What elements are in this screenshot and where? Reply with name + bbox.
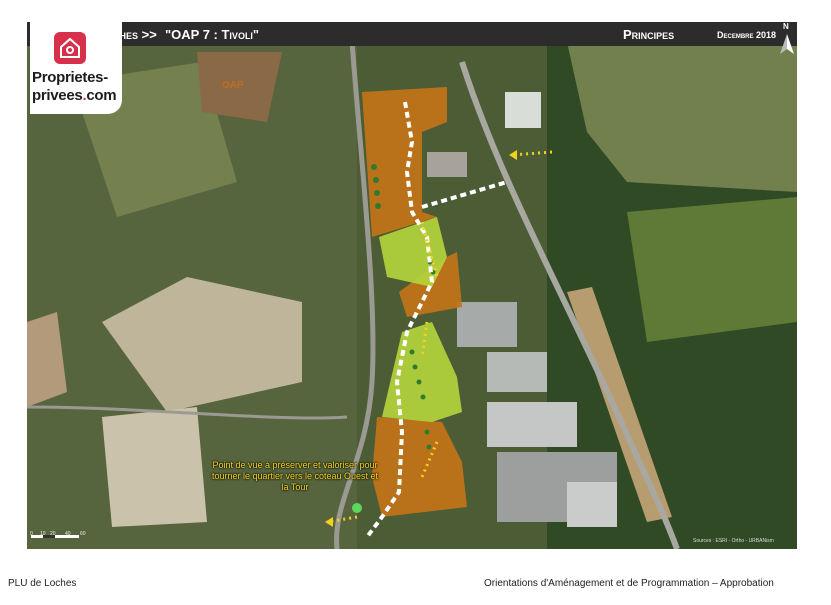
section-label: Principes [623,27,675,42]
logo-word-privees: privees [32,87,83,104]
building-1 [505,92,541,128]
field-east [627,197,797,342]
map-source: Sources : ESRI - Ortho - URBANism [693,538,774,544]
scale-label: 20 [50,531,56,537]
viewpoint-annotation: Point de vue à préserver et valoriser po… [211,460,379,492]
map-header: ches >> "OAP 7 : Tivoli" Principes Decem… [27,22,797,46]
footer-left: PLU de Loches [8,578,77,589]
building-4 [487,402,577,447]
brand-logo[interactable]: Proprietes- privees.com [30,22,122,114]
viewpoint-marker [352,503,362,513]
logo-word-com: com [86,87,117,104]
map-title: "OAP 7 : Tivoli" [165,27,260,42]
north-label: N [783,22,789,31]
date-label: Decembre 2018 [717,30,777,40]
building-6 [427,152,467,177]
scale-label: 40 [65,531,71,537]
logo-line-1: Proprietes- [32,69,108,86]
oap-plot-label: OAP [222,80,244,91]
scale-label: 0 [30,531,33,537]
building-5 [567,482,617,527]
footer-right: Orientations d'Aménagement et de Program… [484,578,774,589]
aerial-map[interactable]: ches >> "OAP 7 : Tivoli" Principes Decem… [27,22,797,549]
house-icon [54,32,86,64]
field-west-3 [102,407,207,527]
scale-label: 60 [80,531,86,537]
scale-label: 10 [40,531,46,537]
north-arrow-icon: N [780,22,794,56]
building-2 [457,302,517,347]
logo-line-2: privees.com [32,87,117,104]
building-3 [487,352,547,392]
map-canvas [27,22,797,549]
